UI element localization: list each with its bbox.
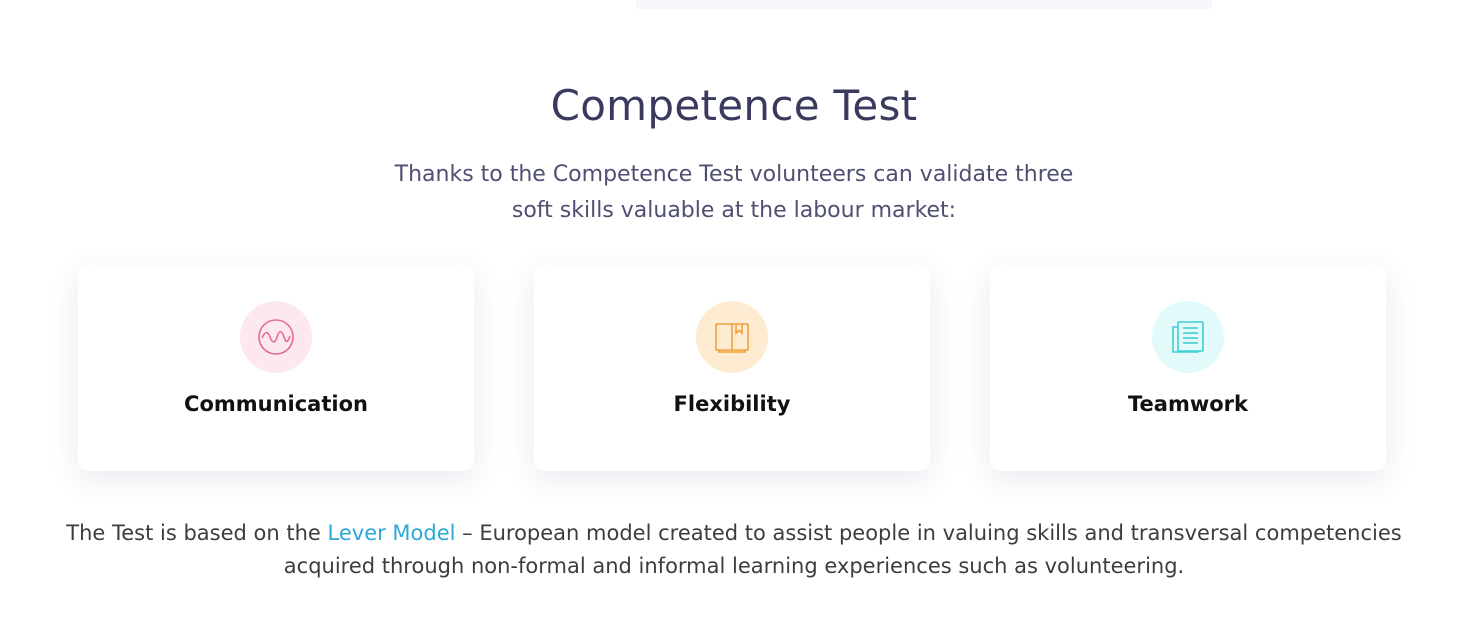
skill-card-flexibility: Flexibility bbox=[534, 265, 930, 471]
footer-description: The Test is based on the Lever Model – E… bbox=[40, 517, 1428, 583]
footer-text-before: The Test is based on the bbox=[66, 521, 328, 545]
wave-circle-icon bbox=[240, 301, 312, 373]
open-book-icon bbox=[696, 301, 768, 373]
skill-card-teamwork: Teamwork bbox=[990, 265, 1386, 471]
section-title: Competence Test bbox=[550, 81, 918, 130]
top-section-edge bbox=[636, 0, 1212, 9]
document-list-icon bbox=[1152, 301, 1224, 373]
skill-card-communication: Communication bbox=[78, 265, 474, 471]
section-subtitle: Thanks to the Competence Test volunteers… bbox=[394, 162, 1074, 223]
skills-cards: Communication Flexibility Teamwork bbox=[78, 265, 1386, 471]
skill-label: Teamwork bbox=[1128, 392, 1248, 416]
skill-label: Flexibility bbox=[673, 392, 791, 416]
lever-model-link[interactable]: Lever Model bbox=[328, 521, 456, 545]
skill-label: Communication bbox=[184, 392, 368, 416]
